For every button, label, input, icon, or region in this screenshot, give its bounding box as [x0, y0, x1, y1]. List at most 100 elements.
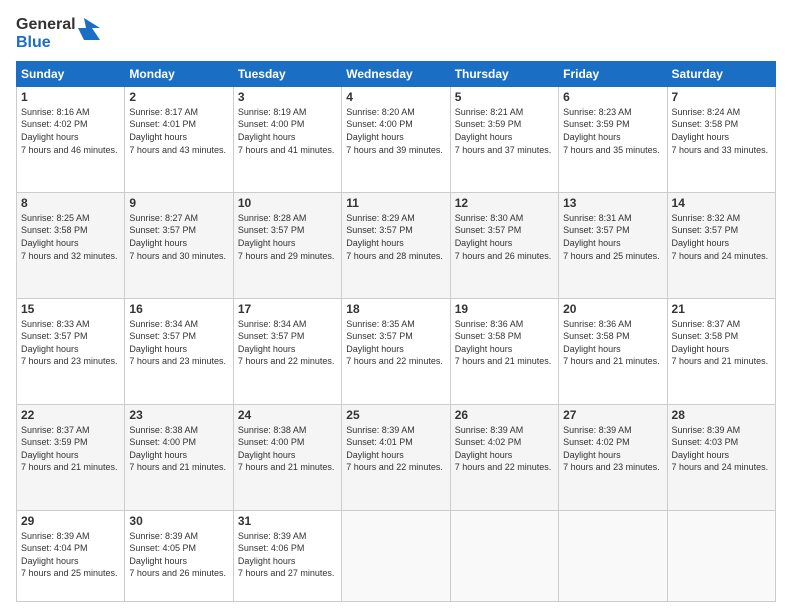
- day-info: Sunrise: 8:20 AM Sunset: 4:00 PM Dayligh…: [346, 106, 445, 156]
- day-number: 27: [563, 408, 662, 422]
- day-number: 28: [672, 408, 771, 422]
- day-info: Sunrise: 8:16 AM Sunset: 4:02 PM Dayligh…: [21, 106, 120, 156]
- day-number: 4: [346, 90, 445, 104]
- table-cell: [559, 510, 667, 601]
- day-number: 22: [21, 408, 120, 422]
- col-friday: Friday: [559, 61, 667, 86]
- table-cell: 9 Sunrise: 8:27 AM Sunset: 3:57 PM Dayli…: [125, 192, 233, 298]
- table-cell: 13 Sunrise: 8:31 AM Sunset: 3:57 PM Dayl…: [559, 192, 667, 298]
- table-cell: 14 Sunrise: 8:32 AM Sunset: 3:57 PM Dayl…: [667, 192, 775, 298]
- day-number: 8: [21, 196, 120, 210]
- day-info: Sunrise: 8:39 AM Sunset: 4:01 PM Dayligh…: [346, 424, 445, 474]
- day-info: Sunrise: 8:21 AM Sunset: 3:59 PM Dayligh…: [455, 106, 554, 156]
- day-info: Sunrise: 8:39 AM Sunset: 4:02 PM Dayligh…: [563, 424, 662, 474]
- day-info: Sunrise: 8:24 AM Sunset: 3:58 PM Dayligh…: [672, 106, 771, 156]
- day-info: Sunrise: 8:29 AM Sunset: 3:57 PM Dayligh…: [346, 212, 445, 262]
- logo-blue: Blue: [16, 34, 76, 52]
- day-info: Sunrise: 8:39 AM Sunset: 4:06 PM Dayligh…: [238, 530, 337, 580]
- table-cell: 22 Sunrise: 8:37 AM Sunset: 3:59 PM Dayl…: [17, 404, 125, 510]
- logo-general: General: [16, 16, 76, 34]
- table-cell: 6 Sunrise: 8:23 AM Sunset: 3:59 PM Dayli…: [559, 86, 667, 192]
- table-cell: 16 Sunrise: 8:34 AM Sunset: 3:57 PM Dayl…: [125, 298, 233, 404]
- table-cell: 26 Sunrise: 8:39 AM Sunset: 4:02 PM Dayl…: [450, 404, 558, 510]
- day-number: 13: [563, 196, 662, 210]
- day-info: Sunrise: 8:28 AM Sunset: 3:57 PM Dayligh…: [238, 212, 337, 262]
- day-info: Sunrise: 8:37 AM Sunset: 3:59 PM Dayligh…: [21, 424, 120, 474]
- table-cell: 11 Sunrise: 8:29 AM Sunset: 3:57 PM Dayl…: [342, 192, 450, 298]
- day-info: Sunrise: 8:36 AM Sunset: 3:58 PM Dayligh…: [563, 318, 662, 368]
- day-info: Sunrise: 8:34 AM Sunset: 3:57 PM Dayligh…: [238, 318, 337, 368]
- day-number: 15: [21, 302, 120, 316]
- day-number: 17: [238, 302, 337, 316]
- table-cell: 29 Sunrise: 8:39 AM Sunset: 4:04 PM Dayl…: [17, 510, 125, 601]
- calendar-table: Sunday Monday Tuesday Wednesday Thursday…: [16, 61, 776, 602]
- day-number: 18: [346, 302, 445, 316]
- day-number: 10: [238, 196, 337, 210]
- day-info: Sunrise: 8:34 AM Sunset: 3:57 PM Dayligh…: [129, 318, 228, 368]
- day-number: 1: [21, 90, 120, 104]
- table-cell: 15 Sunrise: 8:33 AM Sunset: 3:57 PM Dayl…: [17, 298, 125, 404]
- table-cell: 1 Sunrise: 8:16 AM Sunset: 4:02 PM Dayli…: [17, 86, 125, 192]
- table-cell: 4 Sunrise: 8:20 AM Sunset: 4:00 PM Dayli…: [342, 86, 450, 192]
- col-saturday: Saturday: [667, 61, 775, 86]
- day-number: 25: [346, 408, 445, 422]
- table-cell: 23 Sunrise: 8:38 AM Sunset: 4:00 PM Dayl…: [125, 404, 233, 510]
- day-info: Sunrise: 8:39 AM Sunset: 4:02 PM Dayligh…: [455, 424, 554, 474]
- day-number: 7: [672, 90, 771, 104]
- day-info: Sunrise: 8:30 AM Sunset: 3:57 PM Dayligh…: [455, 212, 554, 262]
- day-number: 19: [455, 302, 554, 316]
- day-number: 6: [563, 90, 662, 104]
- day-number: 2: [129, 90, 228, 104]
- table-cell: 19 Sunrise: 8:36 AM Sunset: 3:58 PM Dayl…: [450, 298, 558, 404]
- table-cell: 7 Sunrise: 8:24 AM Sunset: 3:58 PM Dayli…: [667, 86, 775, 192]
- col-thursday: Thursday: [450, 61, 558, 86]
- table-cell: 31 Sunrise: 8:39 AM Sunset: 4:06 PM Dayl…: [233, 510, 341, 601]
- day-number: 31: [238, 514, 337, 528]
- day-number: 9: [129, 196, 228, 210]
- col-wednesday: Wednesday: [342, 61, 450, 86]
- table-cell: 25 Sunrise: 8:39 AM Sunset: 4:01 PM Dayl…: [342, 404, 450, 510]
- day-number: 26: [455, 408, 554, 422]
- table-cell: [450, 510, 558, 601]
- day-info: Sunrise: 8:39 AM Sunset: 4:04 PM Dayligh…: [21, 530, 120, 580]
- day-number: 20: [563, 302, 662, 316]
- calendar-header-row: Sunday Monday Tuesday Wednesday Thursday…: [17, 61, 776, 86]
- day-number: 30: [129, 514, 228, 528]
- day-info: Sunrise: 8:25 AM Sunset: 3:58 PM Dayligh…: [21, 212, 120, 262]
- day-info: Sunrise: 8:32 AM Sunset: 3:57 PM Dayligh…: [672, 212, 771, 262]
- logo-arrow-icon: [78, 18, 100, 46]
- day-info: Sunrise: 8:39 AM Sunset: 4:05 PM Dayligh…: [129, 530, 228, 580]
- day-number: 16: [129, 302, 228, 316]
- day-number: 11: [346, 196, 445, 210]
- day-number: 3: [238, 90, 337, 104]
- table-cell: 17 Sunrise: 8:34 AM Sunset: 3:57 PM Dayl…: [233, 298, 341, 404]
- day-info: Sunrise: 8:35 AM Sunset: 3:57 PM Dayligh…: [346, 318, 445, 368]
- table-cell: [667, 510, 775, 601]
- table-cell: 5 Sunrise: 8:21 AM Sunset: 3:59 PM Dayli…: [450, 86, 558, 192]
- day-info: Sunrise: 8:31 AM Sunset: 3:57 PM Dayligh…: [563, 212, 662, 262]
- table-cell: 28 Sunrise: 8:39 AM Sunset: 4:03 PM Dayl…: [667, 404, 775, 510]
- day-number: 5: [455, 90, 554, 104]
- table-cell: 10 Sunrise: 8:28 AM Sunset: 3:57 PM Dayl…: [233, 192, 341, 298]
- table-cell: 20 Sunrise: 8:36 AM Sunset: 3:58 PM Dayl…: [559, 298, 667, 404]
- day-info: Sunrise: 8:38 AM Sunset: 4:00 PM Dayligh…: [129, 424, 228, 474]
- day-info: Sunrise: 8:38 AM Sunset: 4:00 PM Dayligh…: [238, 424, 337, 474]
- day-info: Sunrise: 8:27 AM Sunset: 3:57 PM Dayligh…: [129, 212, 228, 262]
- col-monday: Monday: [125, 61, 233, 86]
- day-info: Sunrise: 8:17 AM Sunset: 4:01 PM Dayligh…: [129, 106, 228, 156]
- day-number: 21: [672, 302, 771, 316]
- day-number: 14: [672, 196, 771, 210]
- table-cell: 12 Sunrise: 8:30 AM Sunset: 3:57 PM Dayl…: [450, 192, 558, 298]
- table-cell: 30 Sunrise: 8:39 AM Sunset: 4:05 PM Dayl…: [125, 510, 233, 601]
- table-cell: 21 Sunrise: 8:37 AM Sunset: 3:58 PM Dayl…: [667, 298, 775, 404]
- day-info: Sunrise: 8:36 AM Sunset: 3:58 PM Dayligh…: [455, 318, 554, 368]
- day-number: 12: [455, 196, 554, 210]
- table-cell: 8 Sunrise: 8:25 AM Sunset: 3:58 PM Dayli…: [17, 192, 125, 298]
- col-tuesday: Tuesday: [233, 61, 341, 86]
- day-info: Sunrise: 8:37 AM Sunset: 3:58 PM Dayligh…: [672, 318, 771, 368]
- table-cell: 24 Sunrise: 8:38 AM Sunset: 4:00 PM Dayl…: [233, 404, 341, 510]
- header: General Blue: [16, 16, 776, 53]
- day-info: Sunrise: 8:23 AM Sunset: 3:59 PM Dayligh…: [563, 106, 662, 156]
- table-cell: 27 Sunrise: 8:39 AM Sunset: 4:02 PM Dayl…: [559, 404, 667, 510]
- day-info: Sunrise: 8:33 AM Sunset: 3:57 PM Dayligh…: [21, 318, 120, 368]
